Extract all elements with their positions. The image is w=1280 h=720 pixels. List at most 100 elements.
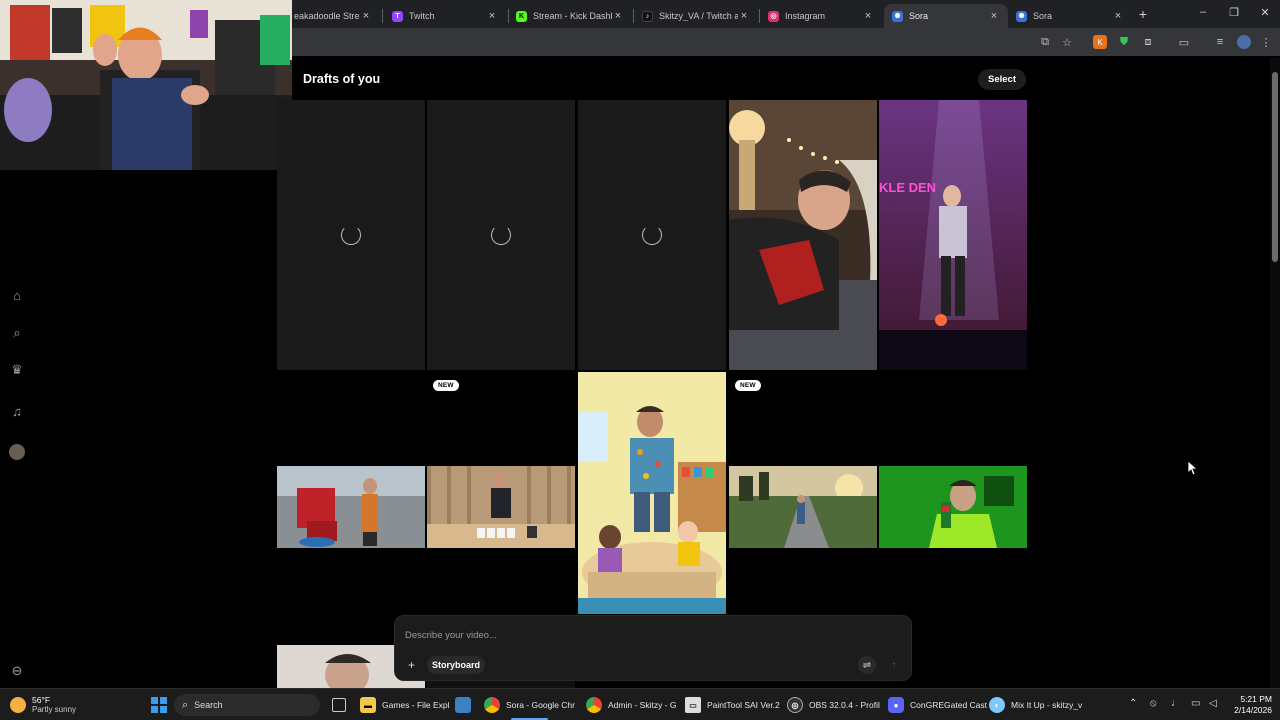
tab-tiktok[interactable]: ♪ Skitzy_VA / Twitch an × [634, 4, 758, 28]
photos-icon[interactable] [455, 697, 471, 713]
submit-arrow-icon[interactable]: ↑ [885, 656, 903, 674]
search-icon[interactable]: ⌕ [8, 324, 26, 342]
start-button[interactable] [151, 697, 167, 713]
clock[interactable]: 5:21 PM 2/14/2026 [1226, 694, 1272, 716]
loading-spinner-icon [491, 225, 511, 245]
add-media-button[interactable]: + [404, 657, 419, 672]
tab-sora-active[interactable]: ✺ Sora × [884, 4, 1008, 28]
settings-sliders-icon[interactable]: ⇌ [858, 656, 876, 674]
draft-card-loading[interactable] [277, 100, 425, 370]
media-controls-icon[interactable]: ≡ [1213, 35, 1227, 49]
minimize-button[interactable]: – [1195, 6, 1211, 18]
trophy-icon[interactable]: ♛ [8, 361, 26, 379]
profile-avatar-icon[interactable] [1237, 35, 1251, 49]
weather-temp: 56°F [32, 695, 51, 705]
prompt-input[interactable]: Describe your video... [405, 630, 895, 641]
tab-close-icon[interactable]: × [360, 10, 372, 22]
taskbar-app-file-explorer[interactable]: ▬ Games - File Expl [360, 693, 450, 717]
chrome-icon [484, 697, 500, 713]
draft-thumbnail-image [729, 466, 877, 548]
draft-thumbnail-image [277, 466, 425, 548]
tab-label: Sora [1033, 11, 1053, 21]
search-icon: ⌕ [182, 698, 189, 711]
chrome-menu-icon[interactable]: ⋮ [1259, 35, 1273, 49]
scrollbar-thumb[interactable] [1272, 72, 1278, 262]
loading-spinner-icon [341, 225, 361, 245]
taskbar-app-obs[interactable]: ◎ OBS 32.0.4 - Profil [787, 693, 880, 717]
taskbar-search[interactable]: ⌕ Search [174, 694, 320, 716]
tab-label: eakadoodle Stream [294, 11, 360, 21]
draft-card-park-path[interactable] [729, 466, 877, 548]
home-icon[interactable]: ⌂ [8, 286, 26, 304]
folder-icon: ▬ [360, 697, 376, 713]
weather-widget[interactable]: 56°F Partly sunny [10, 693, 76, 717]
taskbar-app-chrome-admin[interactable]: Admin - Skitzy - G [586, 693, 676, 717]
discord-icon: ● [888, 697, 904, 713]
obs-icon: ◎ [787, 697, 803, 713]
webcam-scene-image [0, 0, 292, 170]
task-view-icon[interactable] [332, 698, 346, 712]
network-icon[interactable]: ⦸ [1150, 698, 1157, 709]
twitch-icon: T [392, 10, 403, 22]
notifications-bell-icon[interactable]: ♫ [8, 402, 26, 420]
draft-card-classroom[interactable] [578, 372, 726, 614]
taskbar-app-label: OBS 32.0.4 - Profil [809, 700, 880, 710]
page-scrollbar[interactable] [1270, 58, 1280, 688]
draft-card-comedian[interactable]: KLE DEN [879, 100, 1027, 370]
tab-instagram[interactable]: ◎ Instagram × [760, 4, 882, 28]
draft-card-loading[interactable] [427, 100, 575, 370]
taskbar-app-discord[interactable]: ● ConGREGated Cast [888, 693, 987, 717]
shield-extension-icon[interactable]: ⛊ [1117, 35, 1131, 49]
extensions-puzzle-icon[interactable]: ⧈ [1141, 35, 1155, 49]
draft-thumbnail-image [427, 466, 575, 548]
neon-sign-text: KLE DEN [879, 180, 936, 195]
taskbar-app-mixitup[interactable]: ◐ Mix It Up - skitzy_v [989, 693, 1082, 717]
tab-close-icon[interactable]: × [862, 10, 874, 22]
draft-card-yard-cups[interactable] [427, 466, 575, 548]
close-window-button[interactable]: ✕ [1257, 6, 1273, 19]
tab-label: Sora [909, 11, 929, 21]
draft-card-sleeping-man[interactable] [729, 100, 877, 370]
tiktok-icon: ♪ [642, 10, 653, 22]
taskbar-app-label: ConGREGated Cast [910, 700, 988, 710]
new-tab-button[interactable]: + [1135, 6, 1151, 22]
kick-icon: K [516, 10, 527, 22]
settings-menu-icon[interactable]: ⊖ [8, 662, 26, 680]
show-hidden-icons-chevron-icon[interactable]: ⌃ [1129, 698, 1137, 709]
tab-close-icon[interactable]: × [1112, 10, 1124, 22]
draft-thumbnail-image: KLE DEN [879, 100, 1027, 370]
maximize-button[interactable]: ❐ [1226, 6, 1242, 19]
tab-close-icon[interactable]: × [486, 10, 498, 22]
tab-close-icon[interactable]: × [612, 10, 624, 22]
tab-eakadoodle-stream[interactable]: eakadoodle Stream × [286, 4, 380, 28]
taskbar-app-label: Mix It Up - skitzy_v [1011, 700, 1083, 710]
mouse-cursor-icon [1188, 461, 1198, 476]
storyboard-button[interactable]: Storyboard [427, 656, 485, 674]
select-button[interactable]: Select [978, 69, 1026, 90]
tab-twitch[interactable]: T Twitch × [384, 4, 506, 28]
volume-icon[interactable]: ◁ [1209, 698, 1217, 709]
taskbar-app-label: Sora - Google Chr [506, 700, 575, 710]
tab-label: Stream - Kick Dashbo [533, 11, 612, 21]
side-panel-icon[interactable]: ▭ [1177, 35, 1191, 49]
extension-orange-icon[interactable]: K [1093, 35, 1107, 49]
bookmark-star-icon[interactable]: ☆ [1060, 35, 1074, 49]
tab-sora[interactable]: ✺ Sora × [1008, 4, 1132, 28]
tab-close-icon[interactable]: × [988, 10, 1000, 22]
painttool-icon: ▭ [685, 697, 701, 713]
taskbar-app-label: Games - File Expl [382, 700, 450, 710]
taskbar-app-painttool-sai[interactable]: ▭ PaintTool SAI Ver.2 [685, 693, 780, 717]
draft-card-loading[interactable] [578, 100, 726, 370]
clock-date: 2/14/2026 [1234, 705, 1272, 715]
display-icon[interactable]: ▭ [1191, 698, 1200, 709]
webcam-overlay [0, 0, 292, 170]
tab-close-icon[interactable]: × [738, 10, 750, 22]
draft-card-green-soda[interactable] [879, 466, 1027, 548]
draft-card-woodchipper[interactable] [277, 466, 425, 548]
partly-sunny-icon [10, 697, 26, 713]
user-avatar[interactable] [9, 444, 25, 460]
microphone-icon[interactable]: ♩ [1171, 698, 1181, 709]
taskbar-app-chrome-sora[interactable]: Sora - Google Chr [484, 693, 575, 720]
tab-kick-dashboard[interactable]: K Stream - Kick Dashbo × [508, 4, 632, 28]
install-app-icon[interactable]: ⧉ [1038, 35, 1052, 49]
